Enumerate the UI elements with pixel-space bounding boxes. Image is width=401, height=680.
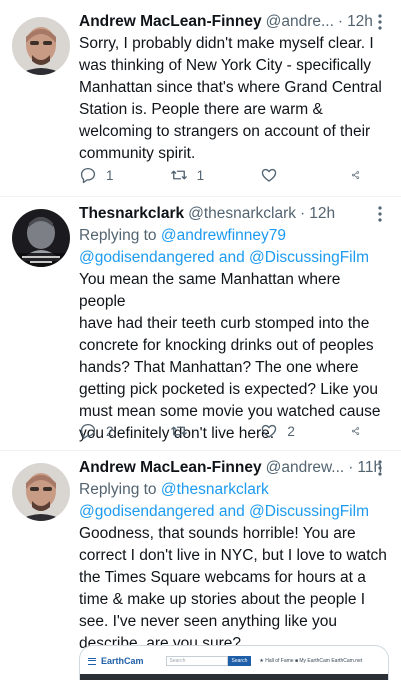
author-name[interactable]: Andrew MacLean-Finney (79, 11, 262, 33)
author-handle[interactable]: @thesnarkclark (188, 203, 296, 225)
mention-link[interactable]: @andrewfinney79 (161, 227, 286, 244)
share-icon (351, 171, 360, 179)
tweet-text: Goodness, that sounds horrible! You are … (79, 525, 387, 652)
separator-dot: · (348, 459, 354, 476)
separator-dot: · (300, 205, 306, 222)
replying-to-label: Replying to (79, 481, 161, 498)
like-button[interactable] (260, 166, 322, 184)
mention-and-label: and (214, 249, 250, 266)
more-icon (378, 460, 382, 476)
more-icon (378, 206, 382, 222)
avatar[interactable] (12, 463, 70, 521)
more-options-button[interactable] (371, 457, 389, 479)
tweet-divider (0, 450, 401, 451)
author-handle[interactable]: @andre... (266, 11, 334, 33)
earthcam-logo: EarthCam (88, 656, 144, 666)
avatar[interactable] (12, 17, 70, 75)
author-handle[interactable]: @andrew... (266, 457, 345, 479)
separator-dot: · (337, 13, 344, 30)
earthcam-header: EarthCam Search Search ★ Hall of Fame ■ … (80, 654, 388, 668)
earthcam-search-field: Search (165, 656, 228, 666)
share-button[interactable] (351, 422, 369, 440)
tweet-header: Andrew MacLean-Finney @andre... · 12h (79, 11, 389, 33)
mention-link[interactable]: @thesnarkclark (161, 481, 269, 498)
tweet-header: Thesnarkclark @thesnarkclark · 12h (79, 203, 389, 225)
avatar-image (12, 17, 70, 75)
tweet-actions: 2 2 (79, 420, 369, 442)
replying-to: Replying to @andrewfinney79 (79, 225, 389, 247)
author-name[interactable]: Thesnarkclark (79, 203, 184, 225)
mention-link[interactable]: @DiscussingFilm (249, 503, 369, 520)
share-icon (351, 427, 360, 435)
retweet-button[interactable]: 1 (170, 166, 232, 184)
like-button[interactable]: 2 (260, 422, 322, 440)
replying-to: Replying to @thesnarkclark (79, 479, 389, 501)
replying-to-line-2: @godisendangered and @DiscussingFilm (79, 501, 389, 523)
like-icon (262, 168, 277, 182)
share-button[interactable] (351, 166, 369, 184)
like-icon (262, 424, 277, 438)
reply-count: 2 (106, 423, 114, 439)
replying-to-label: Replying to (79, 227, 161, 244)
earthcam-search-button: Search (227, 656, 252, 666)
avatar-image (12, 463, 70, 521)
replying-to-line-2: @godisendangered and @DiscussingFilm (79, 247, 389, 269)
menu-icon (88, 657, 96, 665)
tweet-text: Sorry, I probably didn't make myself cle… (79, 35, 382, 162)
timestamp[interactable]: 12h (347, 11, 373, 33)
avatar-image (12, 209, 70, 267)
tweet-divider (0, 196, 401, 197)
retweet-count: 1 (196, 167, 205, 183)
more-options-button[interactable] (371, 11, 389, 33)
timestamp[interactable]: 12h (309, 203, 335, 225)
more-options-button[interactable] (371, 203, 389, 225)
tweet-actions: 1 1 (79, 164, 369, 186)
retweet-button[interactable] (170, 422, 232, 440)
tweet-text: You mean the same Manhattan where people… (79, 271, 381, 442)
reply-count: 1 (106, 167, 114, 183)
webcam-image-strip (80, 674, 388, 680)
like-count: 2 (287, 423, 295, 439)
avatar[interactable] (12, 209, 70, 267)
reply-icon (80, 167, 96, 184)
reply-button[interactable]: 1 (79, 166, 141, 184)
mention-and-label: and (214, 503, 250, 520)
reply-button[interactable]: 2 (79, 422, 141, 440)
media-preview[interactable]: EarthCam Search Search ★ Hall of Fame ■ … (79, 645, 389, 680)
earthcam-nav-links: ★ Hall of Fame ■ My EarthCam EarthCam.ne… (259, 658, 363, 664)
author-name[interactable]: Andrew MacLean-Finney (79, 457, 262, 479)
more-icon (378, 14, 382, 30)
tweet-header: Andrew MacLean-Finney @andrew... · 11h (79, 457, 389, 479)
mention-link[interactable]: @DiscussingFilm (249, 249, 369, 266)
retweet-icon (170, 426, 187, 436)
mention-link[interactable]: @godisendangered (79, 503, 215, 520)
mention-link[interactable]: @godisendangered (79, 249, 215, 266)
earthcam-logo-text: EarthCam (101, 656, 144, 666)
reply-icon (80, 423, 96, 440)
retweet-icon (170, 170, 187, 180)
